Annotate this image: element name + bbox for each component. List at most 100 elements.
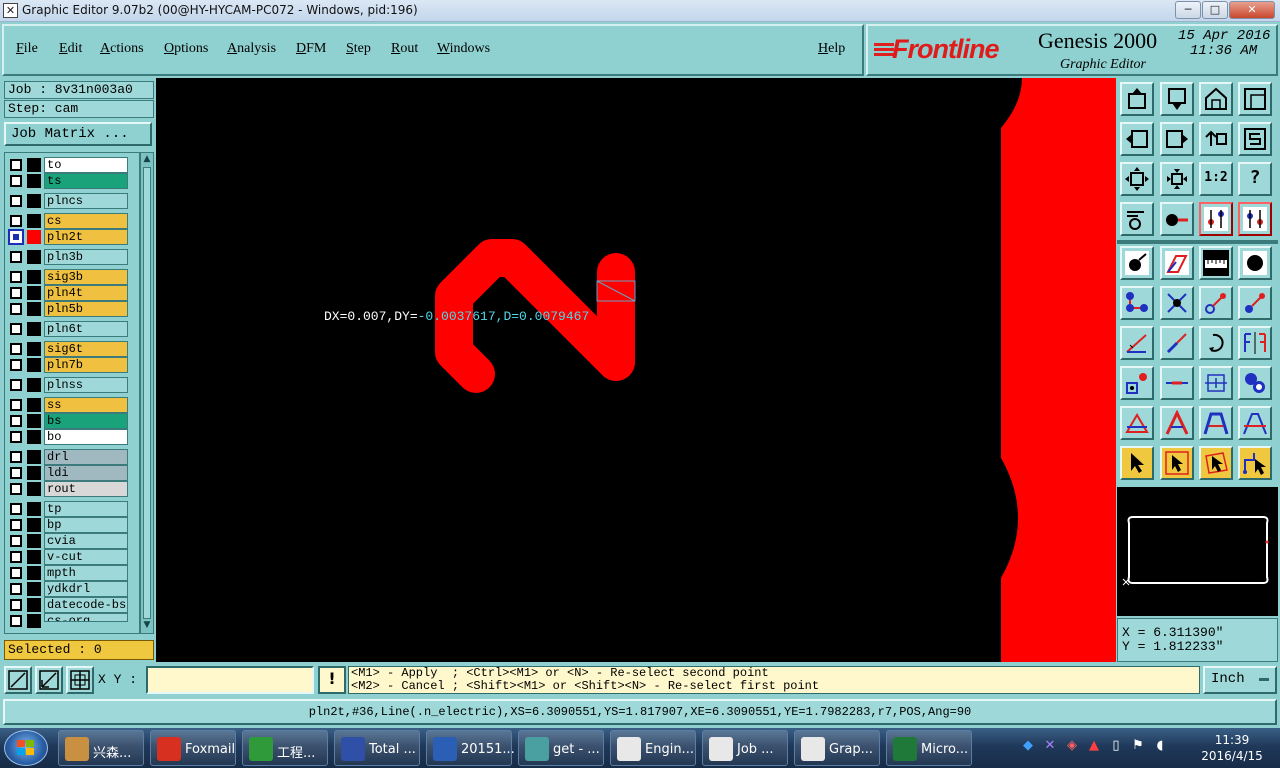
layer-row-ts[interactable]: ts <box>7 173 128 189</box>
layer-row-pln4t[interactable]: pln4t <box>7 285 128 301</box>
scroll-thumb[interactable] <box>143 167 151 619</box>
menu-step[interactable]: Step <box>346 41 371 57</box>
layer-color-swatch[interactable] <box>27 550 41 564</box>
layer-name[interactable]: ss <box>44 397 128 413</box>
move-down-icon[interactable] <box>1160 82 1194 116</box>
layer-color-swatch[interactable] <box>27 430 41 444</box>
layer-row-pln5b[interactable]: pln5b <box>7 301 128 317</box>
layer-row-cs-org[interactable]: cs-org <box>7 613 128 629</box>
triangle-add-icon[interactable] <box>1120 406 1154 440</box>
layer-color-swatch[interactable] <box>27 270 41 284</box>
redraw-icon[interactable] <box>1238 122 1272 156</box>
layer-checkbox[interactable] <box>10 215 22 227</box>
layer-checkbox[interactable] <box>10 271 22 283</box>
xy-input[interactable] <box>146 666 314 694</box>
menu-analysis[interactable]: Analysis <box>227 41 276 57</box>
scroll-up-icon[interactable]: ▲ <box>142 154 152 166</box>
fit-screen-icon[interactable] <box>1238 82 1272 116</box>
layer-checkbox[interactable] <box>10 379 22 391</box>
menu-edit[interactable]: Edit <box>59 41 82 57</box>
tray-shield-icon[interactable]: ◈ <box>1064 738 1080 754</box>
layer-checkbox[interactable] <box>10 175 22 187</box>
measure-width-icon[interactable] <box>1199 366 1233 400</box>
layer-checkbox[interactable] <box>10 535 22 547</box>
menu-file[interactable]: File <box>16 41 38 57</box>
layer-row-datecode-bs[interactable]: datecode-bs <box>7 597 128 613</box>
app-icon[interactable]: ✕ <box>3 3 18 18</box>
layer-row-tp[interactable]: tp <box>7 501 128 517</box>
layer-color-swatch[interactable] <box>27 342 41 356</box>
net-highlight-icon[interactable] <box>1199 202 1233 236</box>
layer-name[interactable]: drl <box>44 449 128 465</box>
layer-checkbox[interactable] <box>10 159 22 171</box>
undo-view-icon[interactable] <box>1199 122 1233 156</box>
layer-name[interactable]: v-cut <box>44 549 128 565</box>
layer-color-swatch[interactable] <box>27 322 41 336</box>
layer-color-swatch[interactable] <box>27 598 41 612</box>
ruler-icon[interactable] <box>1199 246 1233 280</box>
add-pad-icon[interactable] <box>1120 246 1154 280</box>
layer-row-ss[interactable]: ss <box>7 397 128 413</box>
layer-color-swatch[interactable] <box>27 398 41 412</box>
layer-name[interactable]: tp <box>44 501 128 517</box>
zoom-area-icon[interactable] <box>4 666 32 694</box>
layer-name[interactable]: to <box>44 157 128 173</box>
layer-checkbox[interactable] <box>10 483 22 495</box>
add-arc-icon[interactable] <box>1199 326 1233 360</box>
grid-snap-icon[interactable] <box>66 666 94 694</box>
menu-windows[interactable]: Windows <box>437 41 490 57</box>
layer-row-plnss[interactable]: plnss <box>7 377 128 393</box>
layer-color-swatch[interactable] <box>27 302 41 316</box>
layer-name[interactable]: ydkdrl <box>44 581 128 597</box>
copy-pad-icon[interactable] <box>1238 286 1272 320</box>
zoom-ratio-button[interactable]: 1:2 <box>1199 162 1233 196</box>
snap-icon[interactable] <box>1120 202 1154 236</box>
layer-color-swatch[interactable] <box>27 174 41 188</box>
layer-name[interactable]: pln3b <box>44 249 128 265</box>
layer-checkbox[interactable] <box>10 567 22 579</box>
layer-row-pln2t[interactable]: pln2t <box>7 229 128 245</box>
layer-row-pln3b[interactable]: pln3b <box>7 249 128 265</box>
layer-row-cvia[interactable]: cvia <box>7 533 128 549</box>
layer-color-swatch[interactable] <box>27 502 41 516</box>
layer-color-swatch[interactable] <box>27 158 41 172</box>
layer-color-swatch[interactable] <box>27 466 41 480</box>
layer-row-to[interactable]: to <box>7 157 128 173</box>
layer-name[interactable]: ldi <box>44 465 128 481</box>
layer-checkbox[interactable] <box>10 323 22 335</box>
layer-name[interactable]: mpth <box>44 565 128 581</box>
flag-icon[interactable]: ⚑ <box>1130 738 1146 754</box>
select-net-icon[interactable] <box>1238 446 1272 480</box>
layer-row-pln6t[interactable]: pln6t <box>7 321 128 337</box>
select-pads-icon[interactable] <box>1238 366 1272 400</box>
taskbar-button[interactable]: Total ... <box>334 730 420 766</box>
layer-color-swatch[interactable] <box>27 378 41 392</box>
layer-color-swatch[interactable] <box>27 194 41 208</box>
layer-checkbox[interactable] <box>10 303 22 315</box>
layer-checkbox[interactable] <box>10 467 22 479</box>
layer-name[interactable]: plncs <box>44 193 128 209</box>
mirror-icon[interactable] <box>1238 326 1272 360</box>
start-button[interactable] <box>4 730 48 766</box>
layer-name[interactable]: cs <box>44 213 128 229</box>
layer-color-swatch[interactable] <box>27 518 41 532</box>
layer-color-swatch[interactable] <box>27 534 41 548</box>
layer-name[interactable]: cs-org <box>44 613 128 622</box>
layer-row-sig6t[interactable]: sig6t <box>7 341 128 357</box>
layer-name[interactable]: bp <box>44 517 128 533</box>
maximize-button[interactable]: □ <box>1202 1 1228 19</box>
layer-checkbox[interactable] <box>10 503 22 515</box>
move-up-icon[interactable] <box>1120 82 1154 116</box>
intersect-icon[interactable] <box>1160 286 1194 320</box>
edit-line-icon[interactable] <box>1160 326 1194 360</box>
minimize-button[interactable]: ─ <box>1175 1 1201 19</box>
layer-checkbox[interactable] <box>10 583 22 595</box>
net-connect-icon[interactable] <box>1238 202 1272 236</box>
tray-app-icon[interactable]: ◆ <box>1020 738 1036 754</box>
angle-icon[interactable] <box>1238 406 1272 440</box>
layer-row-ldi[interactable]: ldi <box>7 465 128 481</box>
taskbar-button[interactable]: Foxmail <box>150 730 236 766</box>
overview-map[interactable] <box>1117 487 1278 616</box>
tray-x-icon[interactable]: ✕ <box>1042 738 1058 754</box>
move-right-icon[interactable] <box>1160 122 1194 156</box>
